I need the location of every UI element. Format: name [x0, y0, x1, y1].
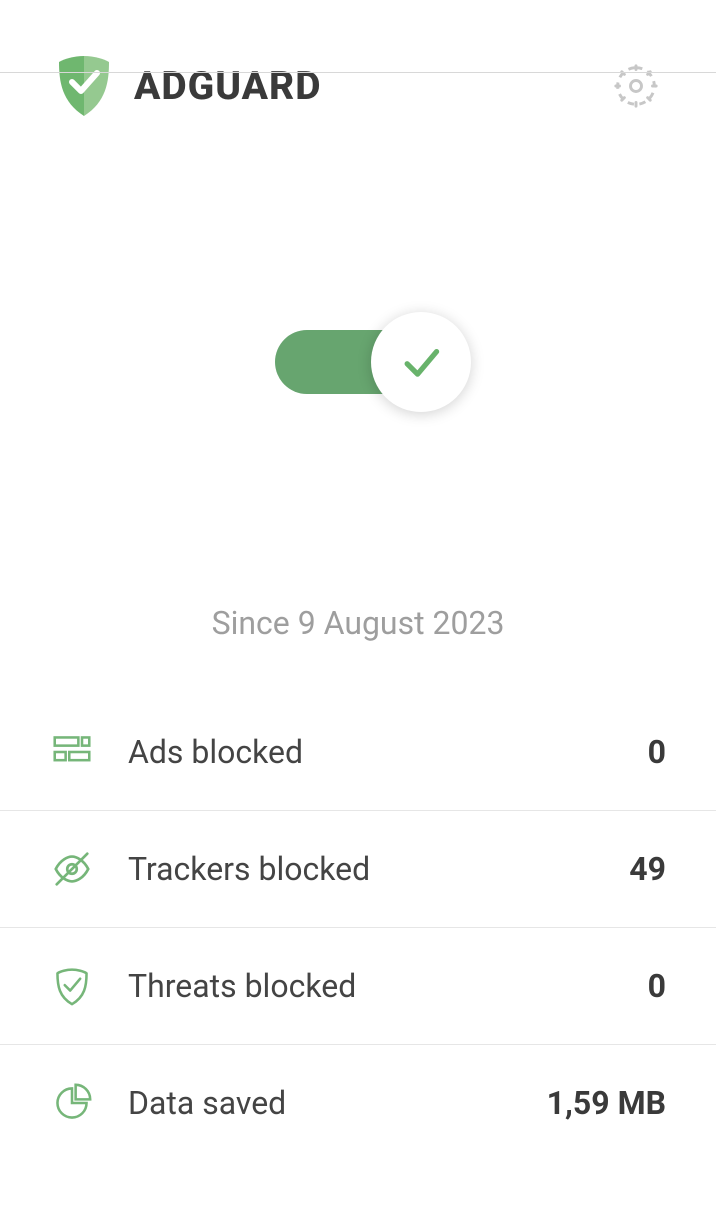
stats-list: Ads blocked 0 Trackers blocked 49: [0, 694, 716, 1161]
checkmark-icon: [395, 336, 447, 388]
settings-button[interactable]: [612, 62, 660, 110]
stat-row-trackers-blocked[interactable]: Trackers blocked 49: [0, 811, 716, 928]
stat-row-data-saved[interactable]: Data saved 1,59 MB: [0, 1045, 716, 1161]
stat-label: Ads blocked: [128, 733, 648, 771]
stat-label: Threats blocked: [128, 967, 648, 1005]
threats-blocked-icon: [50, 964, 94, 1008]
stat-label: Data saved: [128, 1084, 547, 1122]
protection-toggle-area: [0, 330, 716, 394]
stat-value: 1,59 MB: [547, 1084, 666, 1122]
stat-value: 0: [648, 967, 666, 1005]
trackers-blocked-icon: [50, 847, 94, 891]
stat-value: 0: [648, 733, 666, 771]
stat-row-ads-blocked[interactable]: Ads blocked 0: [0, 694, 716, 811]
stat-row-threats-blocked[interactable]: Threats blocked 0: [0, 928, 716, 1045]
ads-blocked-icon: [50, 730, 94, 774]
data-saved-icon: [50, 1081, 94, 1125]
adguard-shield-icon: [56, 54, 112, 118]
header: ADGUARD: [0, 54, 716, 118]
stat-label: Trackers blocked: [128, 850, 629, 888]
protection-toggle[interactable]: [275, 330, 441, 394]
gear-icon: [614, 64, 658, 108]
app-title: ADGUARD: [134, 63, 612, 109]
toggle-knob: [371, 312, 471, 412]
since-label: Since 9 August 2023: [0, 604, 716, 642]
top-divider: [0, 72, 716, 73]
stat-value: 49: [629, 850, 666, 888]
